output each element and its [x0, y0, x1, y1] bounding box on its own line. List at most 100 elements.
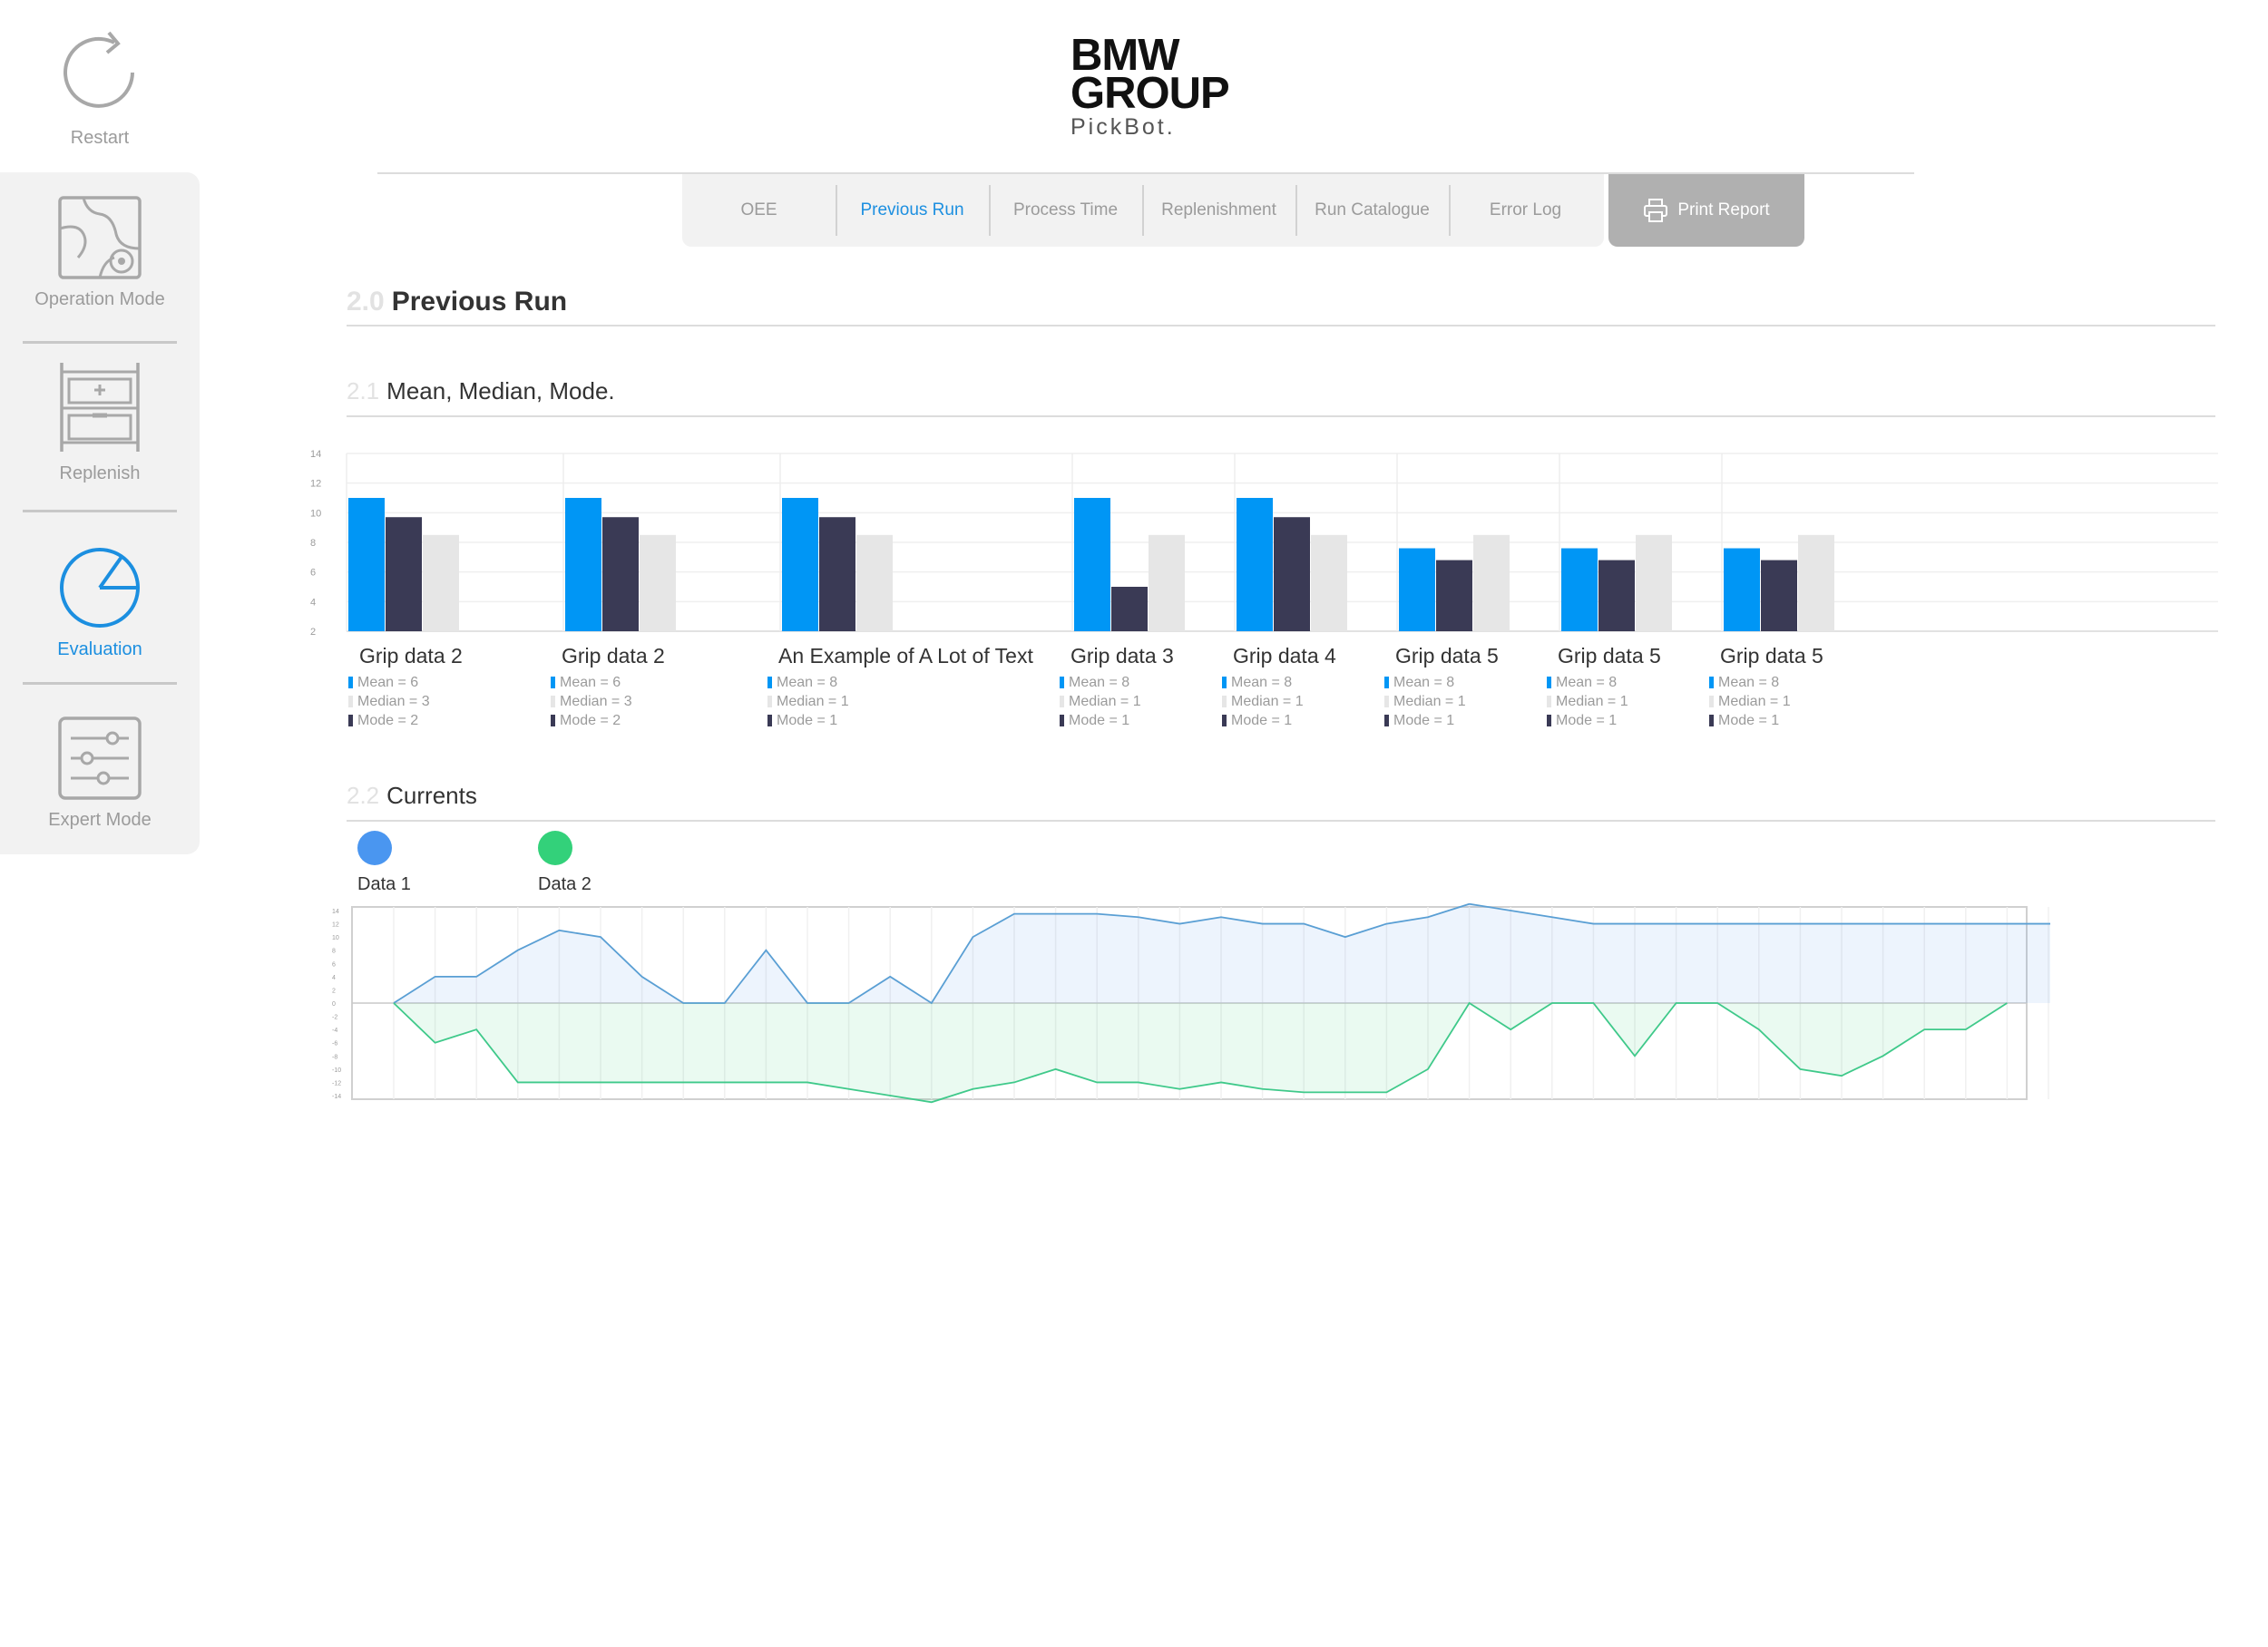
group-title: Grip data 4	[1233, 644, 1336, 668]
tab-oee[interactable]: OEE	[682, 174, 836, 247]
stat-row: Mean = 6	[551, 673, 621, 692]
stat-swatch	[1384, 677, 1389, 688]
bar	[856, 534, 893, 631]
replenish-icon	[60, 363, 140, 452]
sidebar-item-evaluation[interactable]: Evaluation	[0, 544, 200, 660]
y-tick-label: -2	[332, 1015, 337, 1021]
y-tick-label: 10	[310, 508, 321, 519]
bar	[1237, 498, 1273, 631]
logo-line-2: GROUP	[1070, 69, 1230, 118]
y-tick-label: 8	[310, 538, 316, 549]
group-title: Grip data 2	[359, 644, 463, 668]
stat-label: Mode = 1	[1231, 713, 1293, 728]
stat-swatch	[1222, 715, 1227, 726]
stat-swatch	[1222, 677, 1227, 688]
print-report-label: Print Report	[1677, 200, 1770, 219]
stat-label: Mode = 1	[777, 713, 838, 728]
stat-label: Median = 1	[1556, 694, 1628, 709]
stat-label: Mean = 8	[777, 675, 838, 690]
stat-swatch	[1384, 696, 1389, 707]
tab-error-log[interactable]: Error Log	[1449, 174, 1602, 247]
stat-swatch	[348, 677, 353, 688]
stat-label: Mean = 8	[1393, 675, 1455, 690]
y-tick-label: -6	[332, 1041, 337, 1048]
bar	[1274, 517, 1310, 631]
tab-process-time[interactable]: Process Time	[989, 174, 1142, 247]
restart-label: Restart	[70, 128, 130, 148]
legend-marker-data-1[interactable]	[357, 831, 392, 865]
y-tick-label: 2	[310, 627, 316, 638]
stat-row: Median = 1	[1222, 692, 1304, 711]
group-title: Grip data 2	[562, 644, 665, 668]
stat-row: Mode = 2	[551, 711, 621, 730]
sidebar-item-operation-mode[interactable]: Operation Mode	[0, 194, 200, 310]
stat-row: Mode = 1	[1060, 711, 1129, 730]
stat-label: Mode = 2	[357, 713, 419, 728]
stat-swatch	[1709, 715, 1714, 726]
bar	[1636, 534, 1672, 631]
stat-row: Mean = 6	[348, 673, 418, 692]
bar	[1149, 534, 1185, 631]
y-tick-label: 14	[310, 449, 321, 460]
stat-swatch	[1384, 715, 1389, 726]
sidebar-item-replenish[interactable]: Replenish	[0, 359, 200, 484]
y-tick-label: 8	[332, 949, 336, 955]
sidebar-item-label: Expert Mode	[48, 810, 152, 830]
stat-swatch	[1547, 677, 1551, 688]
tab-run-catalogue[interactable]: Run Catalogue	[1295, 174, 1449, 247]
sidebar: Operation Mode Replenish Evaluation Expe…	[0, 172, 200, 854]
bar	[1561, 548, 1598, 631]
stat-label: Mode = 1	[1069, 713, 1130, 728]
y-tick-label: -14	[332, 1094, 341, 1100]
stat-label: Mode = 1	[1393, 713, 1455, 728]
y-tick-label: 2	[332, 988, 336, 994]
y-tick-label: 6	[332, 961, 336, 968]
stat-label: Mean = 6	[357, 675, 419, 690]
y-tick-label: 4	[332, 975, 336, 981]
stat-label: Median = 1	[1393, 694, 1466, 709]
print-report-button[interactable]: Print Report	[1608, 174, 1804, 247]
stat-swatch	[1222, 696, 1227, 707]
stat-label: Median = 1	[1718, 694, 1791, 709]
bar	[1111, 587, 1148, 631]
stat-label: Median = 3	[357, 694, 430, 709]
stat-label: Mean = 8	[1718, 675, 1780, 690]
group-title: An Example of A Lot of Text	[778, 644, 1033, 668]
stat-label: Mode = 2	[560, 713, 621, 728]
stat-label: Median = 1	[1231, 694, 1304, 709]
stat-swatch	[348, 696, 353, 707]
stat-label: Mode = 1	[1718, 713, 1780, 728]
stat-label: Mode = 1	[1556, 713, 1618, 728]
stat-swatch	[1060, 677, 1064, 688]
stat-row: Mean = 8	[1384, 673, 1454, 692]
restart-button[interactable]: Restart	[50, 27, 150, 149]
stat-row: Mean = 8	[1547, 673, 1617, 692]
tab-previous-run[interactable]: Previous Run	[836, 174, 989, 247]
stat-row: Median = 1	[1709, 692, 1791, 711]
section-divider	[347, 325, 2215, 326]
stat-row: Mode = 1	[1384, 711, 1454, 730]
y-tick-label: -10	[332, 1067, 341, 1074]
bar	[602, 517, 639, 631]
restart-icon	[64, 31, 134, 108]
bar	[1473, 534, 1510, 631]
sidebar-divider	[23, 510, 177, 512]
stat-swatch	[767, 677, 772, 688]
bar	[348, 498, 385, 631]
stat-label: Mean = 8	[1069, 675, 1130, 690]
sidebar-item-label: Replenish	[59, 463, 141, 483]
section-heading-mmm: 2.1 Mean, Median, Mode.	[347, 377, 615, 405]
y-tick-label: 14	[332, 909, 339, 915]
bar-chart-labels: Grip data 2 Mean = 6 Median = 3 Mode = 2 Gri…	[0, 644, 2268, 735]
stat-swatch	[1709, 677, 1714, 688]
group-title: Grip data 5	[1720, 644, 1823, 668]
tab-replenishment[interactable]: Replenishment	[1142, 174, 1295, 247]
section-number: 2.0	[347, 287, 385, 317]
bar	[1724, 548, 1760, 631]
stat-label: Mean = 8	[1231, 675, 1293, 690]
legend-marker-data-2[interactable]	[538, 831, 572, 865]
section-title: Mean, Median, Mode.	[386, 377, 615, 404]
bar	[1598, 560, 1635, 631]
operation-mode-icon	[58, 196, 142, 279]
stat-row: Mean = 8	[767, 673, 837, 692]
